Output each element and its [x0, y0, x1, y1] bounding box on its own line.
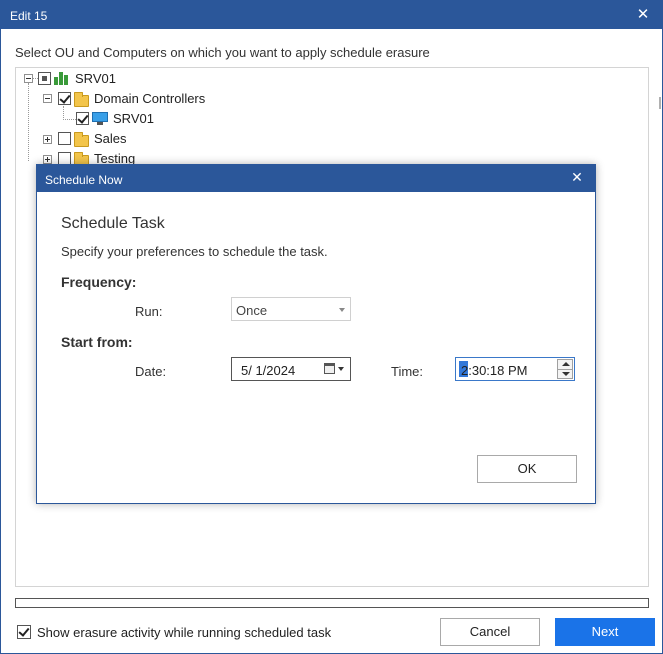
- date-label: Date:: [135, 364, 167, 379]
- chevron-down-icon[interactable]: [338, 367, 344, 371]
- instruction-text: Select OU and Computers on which you wan…: [15, 45, 430, 60]
- date-picker[interactable]: 5/ 1/2024: [231, 357, 351, 381]
- dialog-titlebar: Schedule Now ✕: [37, 165, 595, 192]
- run-label: Run:: [135, 304, 163, 319]
- time-picker[interactable]: 2:30:18 PM: [455, 357, 575, 381]
- sales-checkbox[interactable]: [58, 132, 71, 145]
- dc-checkbox[interactable]: [58, 92, 71, 105]
- time-spinner[interactable]: [557, 359, 573, 379]
- tree-node-domain-controllers[interactable]: Domain Controllers: [94, 91, 205, 109]
- folder-icon: [74, 132, 89, 147]
- run-select-value: Once: [236, 303, 268, 318]
- tree-node-label: Domain Controllers: [94, 91, 206, 106]
- spin-up-icon[interactable]: [562, 362, 570, 366]
- schedule-now-dialog: Schedule Now ✕ Schedule Task Specify you…: [36, 164, 596, 504]
- window-close-icon[interactable]: ✕: [635, 5, 651, 23]
- tree-node-label: Sales: [94, 131, 127, 146]
- dialog-close-icon[interactable]: ✕: [569, 169, 585, 186]
- testing-expand-icon[interactable]: [43, 155, 52, 164]
- cancel-button[interactable]: Cancel: [440, 618, 540, 646]
- progress-bar: [15, 598, 649, 608]
- next-button[interactable]: Next: [555, 618, 655, 646]
- calendar-icon[interactable]: [324, 363, 335, 374]
- root-collapse-icon[interactable]: [24, 74, 33, 83]
- server-group-icon: [54, 71, 69, 85]
- frequency-heading: Frequency:: [61, 274, 137, 290]
- time-value: 2:30:18 PM: [461, 363, 528, 378]
- ok-button[interactable]: OK: [477, 455, 577, 483]
- scroll-indicator[interactable]: [659, 97, 661, 109]
- tree-node-label: SRV01: [113, 111, 154, 126]
- dialog-title: Schedule Now: [45, 173, 123, 187]
- spin-down-icon[interactable]: [562, 372, 570, 376]
- start-from-heading: Start from:: [61, 334, 133, 350]
- tree-node-label: SRV01: [75, 71, 116, 86]
- chevron-down-icon: [339, 308, 345, 312]
- tree-node-sales[interactable]: Sales: [94, 131, 127, 149]
- tree-node-root[interactable]: SRV01: [75, 71, 116, 89]
- dialog-heading: Schedule Task: [61, 215, 165, 232]
- show-activity-checkbox[interactable]: [17, 625, 31, 639]
- dc-collapse-icon[interactable]: [43, 94, 52, 103]
- time-label: Time:: [391, 364, 424, 379]
- srv01-checkbox[interactable]: [76, 112, 89, 125]
- show-activity-label[interactable]: Show erasure activity while running sche…: [37, 625, 331, 640]
- dialog-description: Specify your preferences to schedule the…: [61, 244, 328, 259]
- run-select[interactable]: Once: [231, 297, 351, 321]
- window-titlebar: Edit 15 ✕: [1, 1, 662, 29]
- sales-expand-icon[interactable]: [43, 135, 52, 144]
- folder-icon: [74, 92, 89, 107]
- window-title: Edit 15: [10, 9, 48, 23]
- date-value: 5/ 1/2024: [241, 363, 296, 378]
- tree-node-srv01-computer[interactable]: SRV01: [113, 111, 154, 129]
- root-checkbox[interactable]: [38, 72, 51, 85]
- computer-icon: [92, 112, 108, 125]
